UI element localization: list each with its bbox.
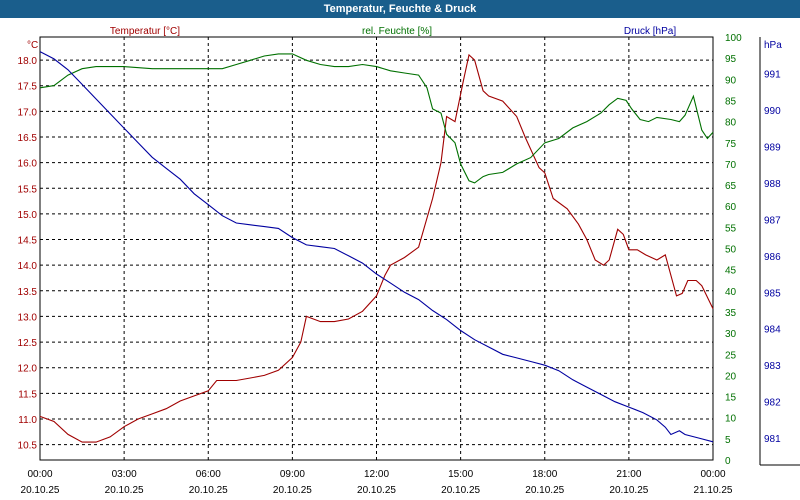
pressure-tick-label: 986 bbox=[764, 252, 781, 263]
pressure-series-label: Druck [hPa] bbox=[624, 26, 676, 37]
x-tick-date-label: 20.10.25 bbox=[525, 485, 564, 496]
humidity-tick-label: 45 bbox=[725, 266, 737, 277]
temperature-tick-label: 10.5 bbox=[18, 441, 38, 452]
pressure-tick-label: 991 bbox=[764, 69, 781, 80]
humidity-tick-label: 55 bbox=[725, 223, 737, 234]
temperature-tick-label: 17.5 bbox=[18, 82, 38, 93]
temperature-tick-label: 17.0 bbox=[18, 107, 38, 118]
humidity-tick-label: 90 bbox=[725, 75, 737, 86]
humidity-tick-label: 10 bbox=[725, 414, 737, 425]
humidity-tick-label: 15 bbox=[725, 393, 737, 404]
temperature-tick-label: 12.5 bbox=[18, 338, 38, 349]
temperature-tick-label: 13.5 bbox=[18, 287, 38, 298]
humidity-tick-label: 95 bbox=[725, 54, 737, 65]
temperature-tick-label: 11.5 bbox=[18, 389, 37, 400]
humidity-tick-label: 70 bbox=[725, 160, 737, 171]
temperature-tick-label: 12.0 bbox=[18, 364, 38, 375]
temperature-tick-label: 16.0 bbox=[18, 159, 38, 170]
x-tick-time-label: 12:00 bbox=[364, 469, 389, 480]
x-tick-time-label: 18:00 bbox=[532, 469, 557, 480]
pressure-tick-label: 989 bbox=[764, 142, 781, 153]
pressure-tick-label: 990 bbox=[764, 106, 781, 117]
pressure-tick-label: 987 bbox=[764, 215, 781, 226]
humidity-series-label: rel. Feuchte [%] bbox=[362, 26, 432, 37]
temperature-tick-label: 14.5 bbox=[18, 236, 38, 247]
humidity-tick-label: 60 bbox=[725, 202, 737, 213]
pressure-tick-label: 983 bbox=[764, 361, 781, 372]
x-tick-time-label: 21:00 bbox=[616, 469, 641, 480]
pressure-tick-label: 985 bbox=[764, 288, 781, 299]
humidity-tick-label: 5 bbox=[725, 435, 731, 446]
x-tick-time-label: 06:00 bbox=[196, 469, 221, 480]
humidity-tick-label: 35 bbox=[725, 308, 737, 319]
x-tick-date-label: 20.10.25 bbox=[609, 485, 648, 496]
humidity-tick-label: 65 bbox=[725, 181, 737, 192]
x-tick-date-label: 20.10.25 bbox=[273, 485, 312, 496]
x-tick-time-label: 15:00 bbox=[448, 469, 473, 480]
x-tick-time-label: 00:00 bbox=[27, 469, 52, 480]
humidity-tick-label: 20 bbox=[725, 371, 737, 382]
temperature-tick-label: 13.0 bbox=[18, 312, 38, 323]
pressure-tick-label: 984 bbox=[764, 325, 781, 336]
temperature-unit-label: °C bbox=[27, 40, 38, 51]
x-tick-time-label: 00:00 bbox=[700, 469, 725, 480]
humidity-tick-label: 100 bbox=[725, 33, 742, 44]
chart-title: Temperatur, Feuchte & Druck bbox=[0, 0, 800, 18]
humidity-tick-label: 80 bbox=[725, 118, 737, 129]
humidity-tick-label: 50 bbox=[725, 245, 737, 256]
temperature-tick-label: 15.5 bbox=[18, 184, 38, 195]
temperature-tick-label: 15.0 bbox=[18, 210, 38, 221]
temperature-series-label: Temperatur [°C] bbox=[110, 26, 180, 37]
pressure-tick-label: 981 bbox=[764, 434, 781, 445]
pressure-tick-label: 988 bbox=[764, 179, 781, 190]
temperature-tick-label: 14.0 bbox=[18, 261, 38, 272]
humidity-tick-label: 85 bbox=[725, 96, 737, 107]
x-tick-time-label: 09:00 bbox=[280, 469, 305, 480]
chart-svg: 18.0 17.5 17.0 16.5 16.0 15.5 15.0 14.5 14.0 13.5… bbox=[18, 26, 800, 496]
humidity-tick-label: 40 bbox=[725, 287, 737, 298]
x-tick-date-label: 20.10.25 bbox=[441, 485, 480, 496]
temperature-tick-label: 18.0 bbox=[18, 56, 38, 67]
humidity-tick-label: 0 bbox=[725, 456, 731, 467]
x-tick-date-label: 20.10.25 bbox=[105, 485, 144, 496]
x-tick-date-label: 20.10.25 bbox=[357, 485, 396, 496]
temperature-tick-label: 16.5 bbox=[18, 133, 38, 144]
humidity-tick-label: 25 bbox=[725, 350, 737, 361]
x-tick-date-label: 20.10.25 bbox=[21, 485, 60, 496]
chart-window: Temperatur, Feuchte & Druck 18.0 17.5 17.0… bbox=[0, 0, 800, 500]
x-tick-date-label: 21.10.25 bbox=[694, 485, 733, 496]
pressure-tick-label: 982 bbox=[764, 398, 781, 409]
pressure-unit-label: hPa bbox=[764, 40, 782, 51]
x-tick-date-label: 20.10.25 bbox=[189, 485, 228, 496]
humidity-tick-label: 30 bbox=[725, 329, 737, 340]
temperature-tick-label: 11.0 bbox=[18, 415, 37, 426]
humidity-tick-label: 75 bbox=[725, 139, 737, 150]
x-tick-time-label: 03:00 bbox=[112, 469, 137, 480]
